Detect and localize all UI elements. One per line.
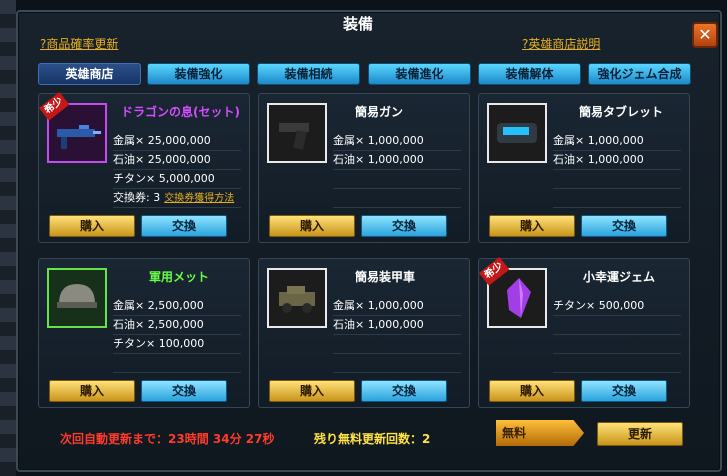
cost-empty — [553, 316, 681, 335]
exchange-button[interactable]: 交換 — [361, 380, 447, 402]
exchange-button[interactable]: 交換 — [581, 215, 667, 237]
buy-button[interactable]: 購入 — [49, 380, 135, 402]
cost-metal: 金属× 1,000,000 — [553, 132, 681, 151]
cost-titanium: チタン× 100,000 — [113, 335, 241, 354]
shop-card-small-luck-gem: 希少 小幸運ジェム チタン× 500,000 購入 交換 — [478, 256, 690, 408]
cost-empty — [333, 189, 461, 208]
item-name: 軍用メット — [149, 270, 210, 284]
cost-empty — [553, 170, 681, 189]
cost-metal: 金属× 25,000,000 — [113, 132, 241, 151]
cost-list: 金属× 25,000,000 石油× 25,000,000 チタン× 5,000… — [113, 132, 241, 208]
window-title: 装備 — [342, 15, 373, 33]
cost-titanium: チタン× 500,000 — [553, 297, 681, 316]
buy-button[interactable]: 購入 — [489, 380, 575, 402]
tab-inherit[interactable]: 装備相続 — [257, 63, 360, 85]
free-cost-badge: 無料 — [496, 420, 584, 446]
item-name: 簡易タブレット — [579, 105, 664, 119]
shop-card-simple-gun: 簡易ガン 金属× 1,000,000 石油× 1,000,000 購入 交換 — [258, 93, 470, 243]
item-name: 小幸運ジェム — [583, 270, 656, 284]
cost-oil: 石油× 1,000,000 — [333, 316, 461, 335]
cost-empty — [113, 354, 241, 373]
cost-oil: 石油× 2,500,000 — [113, 316, 241, 335]
buy-button[interactable]: 購入 — [269, 380, 355, 402]
cost-list: 金属× 1,000,000 石油× 1,000,000 — [333, 297, 461, 373]
cost-empty — [553, 189, 681, 208]
exchange-button[interactable]: 交換 — [141, 215, 227, 237]
armored-car-icon — [279, 286, 315, 313]
probability-update-link[interactable]: ?商品確率更新 — [40, 35, 118, 52]
auto-refresh-timer: 次回自動更新まで：23時間 34分 27秒 — [60, 432, 275, 446]
cost-oil: 石油× 1,000,000 — [553, 151, 681, 170]
buy-button[interactable]: 購入 — [269, 215, 355, 237]
item-thumbnail — [487, 103, 547, 163]
cost-list: 金属× 1,000,000 石油× 1,000,000 — [333, 132, 461, 208]
hero-shop-help-link[interactable]: ?英雄商店説明 — [522, 35, 600, 52]
tab-evolve[interactable]: 装備進化 — [368, 63, 471, 85]
cost-ticket: 交換券: 3 交換券獲得方法 — [113, 189, 241, 208]
close-button[interactable]: ✕ — [692, 22, 718, 48]
cost-metal: 金属× 1,000,000 — [333, 132, 461, 151]
free-refresh-count: 残り無料更新回数：2 — [314, 432, 431, 446]
item-thumbnail — [267, 268, 327, 328]
cost-metal: 金属× 2,500,000 — [113, 297, 241, 316]
exchange-button[interactable]: 交換 — [361, 215, 447, 237]
refresh-button[interactable]: 更新 — [597, 422, 683, 446]
tablet-icon — [497, 123, 537, 143]
cost-empty — [553, 354, 681, 373]
helmet-icon — [57, 284, 97, 308]
buy-button[interactable]: 購入 — [489, 215, 575, 237]
exchange-button[interactable]: 交換 — [141, 380, 227, 402]
item-name: 簡易ガン — [355, 105, 404, 119]
cost-list: チタン× 500,000 — [553, 297, 681, 373]
shop-card-simple-tablet: 簡易タブレット 金属× 1,000,000 石油× 1,000,000 購入 交… — [478, 93, 690, 243]
ticket-acquire-link[interactable]: 交換券獲得方法 — [164, 193, 234, 204]
tab-hero-shop[interactable]: 英雄商店 — [38, 63, 141, 85]
cost-titanium: チタン× 5,000,000 — [113, 170, 241, 189]
cost-oil: 石油× 25,000,000 — [113, 151, 241, 170]
shop-card-dragon-breath: 希少 ドラゴンの息(セット) 金属× 25,000,000 石油× 25,000… — [38, 91, 250, 243]
exchange-button[interactable]: 交換 — [581, 380, 667, 402]
item-thumbnail — [267, 103, 327, 163]
ticket-count: 交換券: 3 — [113, 191, 161, 204]
item-thumbnail — [47, 268, 107, 328]
cost-list: 金属× 1,000,000 石油× 1,000,000 — [553, 132, 681, 208]
cost-empty — [333, 170, 461, 189]
tab-dismantle[interactable]: 装備解体 — [478, 63, 581, 85]
cost-empty — [333, 354, 461, 373]
cost-list: 金属× 2,500,000 石油× 2,500,000 チタン× 100,000 — [113, 297, 241, 373]
cost-empty — [553, 335, 681, 354]
pistol-icon — [279, 123, 309, 150]
cost-oil: 石油× 1,000,000 — [333, 151, 461, 170]
tab-gem-synthesis[interactable]: 強化ジェム合成 — [588, 63, 691, 85]
buy-button[interactable]: 購入 — [49, 215, 135, 237]
item-name: ドラゴンの息(セット) — [121, 105, 240, 119]
shop-card-simple-armored-car: 簡易装甲車 金属× 1,000,000 石油× 1,000,000 購入 交換 — [258, 258, 470, 408]
tab-enhance[interactable]: 装備強化 — [147, 63, 250, 85]
cost-metal: 金属× 1,000,000 — [333, 297, 461, 316]
left-decoration — [0, 0, 16, 476]
cost-empty — [333, 335, 461, 354]
item-name: 簡易装甲車 — [355, 270, 416, 284]
shop-card-military-helmet: 軍用メット 金属× 2,500,000 石油× 2,500,000 チタン× 1… — [38, 258, 250, 408]
